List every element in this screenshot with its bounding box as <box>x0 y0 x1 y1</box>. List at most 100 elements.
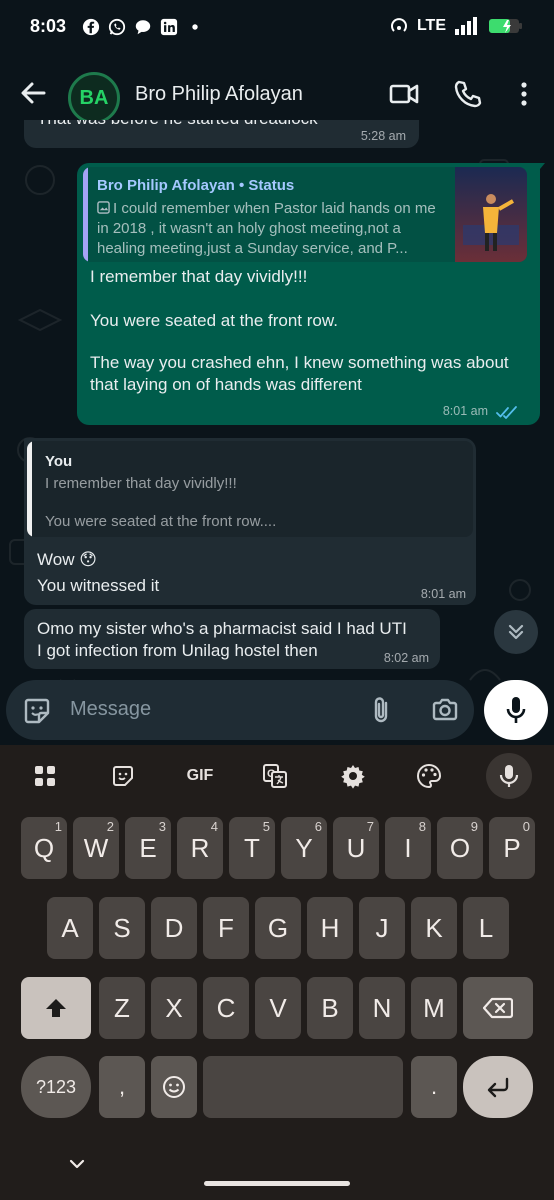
apps-grid-icon <box>35 766 55 786</box>
key-hint: 0 <box>522 819 530 834</box>
voice-input-button[interactable] <box>486 753 532 799</box>
image-icon <box>97 201 110 214</box>
sticker-button[interactable] <box>106 759 140 793</box>
space-key[interactable] <box>203 1056 403 1118</box>
double-chevron-down-icon <box>508 624 524 640</box>
key-a[interactable]: A <box>47 897 93 959</box>
key-m[interactable]: M <box>411 977 457 1039</box>
enter-key[interactable] <box>463 1056 533 1118</box>
key-hint: 3 <box>158 819 166 834</box>
notification-icons <box>82 18 204 36</box>
phone-call-icon[interactable] <box>452 78 484 110</box>
reply-quote-bar <box>27 441 32 537</box>
key-c[interactable]: C <box>203 977 249 1039</box>
sticker-icon[interactable] <box>22 696 52 726</box>
message-bubble-incoming[interactable]: You I remember that day vividly!!! You w… <box>24 438 476 605</box>
attach-icon[interactable] <box>366 695 396 725</box>
settings-button[interactable] <box>336 759 370 793</box>
key-w[interactable]: W2 <box>73 817 119 879</box>
key-d[interactable]: D <box>151 897 197 959</box>
battery-icon <box>489 19 522 33</box>
key-y[interactable]: Y6 <box>281 817 327 879</box>
avatar[interactable]: BA <box>68 72 120 124</box>
reply-author: Bro Philip Afolayan • Status <box>97 177 295 194</box>
emoji-icon <box>163 1076 185 1098</box>
message-line: The way you crashed ehn, I knew somethin… <box>90 353 509 394</box>
key-x[interactable]: X <box>151 977 197 1039</box>
key-v[interactable]: V <box>255 977 301 1039</box>
key-r[interactable]: R4 <box>177 817 223 879</box>
key-g[interactable]: G <box>255 897 301 959</box>
message-composer[interactable]: Message <box>6 680 474 740</box>
key-k[interactable]: K <box>411 897 457 959</box>
key-label: W <box>83 832 109 863</box>
reply-text: You were seated at the front row.... <box>45 513 277 530</box>
key-hint: 2 <box>106 819 114 834</box>
period-key[interactable]: . <box>411 1056 457 1118</box>
microphone-icon <box>499 765 519 787</box>
theme-button[interactable] <box>412 759 446 793</box>
message-bubble-incoming[interactable]: Omo my sister who's a pharmacist said I … <box>24 609 440 669</box>
message-input[interactable]: Message <box>70 698 151 721</box>
key-o[interactable]: O9 <box>437 817 483 879</box>
comma-key[interactable]: , <box>99 1056 145 1118</box>
reply-text: I remember that day vividly!!! <box>45 475 237 492</box>
chat-area[interactable]: That was before he started dreadlock 5:2… <box>0 120 554 745</box>
linkedin-icon <box>160 18 178 36</box>
key-l[interactable]: L <box>463 897 509 959</box>
message-text: That was before he started dreadlock <box>37 120 318 130</box>
palette-icon <box>417 763 442 789</box>
key-e[interactable]: E3 <box>125 817 171 879</box>
key-u[interactable]: U7 <box>333 817 379 879</box>
message-time: 8:01 am <box>420 587 466 601</box>
hide-keyboard-icon[interactable] <box>68 1158 86 1172</box>
bubble-tail <box>535 163 545 175</box>
key-i[interactable]: I8 <box>385 817 431 879</box>
reply-author: You <box>45 453 73 470</box>
shift-key[interactable] <box>21 977 91 1039</box>
message-bubble-outgoing[interactable]: Bro Philip Afolayan • Status I could rem… <box>77 163 540 425</box>
backspace-key[interactable] <box>463 977 533 1039</box>
message-line: Wow 😯 <box>37 550 97 569</box>
key-j[interactable]: J <box>359 897 405 959</box>
key-s[interactable]: S <box>99 897 145 959</box>
gif-button[interactable]: GIF <box>182 759 218 793</box>
apps-grid-button[interactable] <box>28 759 62 793</box>
key-label: P <box>503 832 521 863</box>
status-time: 8:03 <box>30 16 67 36</box>
message-line: You witnessed it <box>37 576 160 595</box>
key-t[interactable]: T5 <box>229 817 275 879</box>
contact-name[interactable]: Bro Philip Afolayan <box>135 83 303 106</box>
whatsapp-icon <box>108 18 126 36</box>
reply-text-wrapper: I could remember when Pastor laid hands … <box>97 199 449 259</box>
key-f[interactable]: F <box>203 897 249 959</box>
reply-quote[interactable]: Bro Philip Afolayan • Status I could rem… <box>83 167 527 262</box>
message-line: Omo my sister who's a pharmacist said I … <box>37 619 407 638</box>
message-bubble-incoming[interactable]: That was before he started dreadlock 5:2… <box>24 120 419 148</box>
emoji-key[interactable] <box>151 1056 197 1118</box>
symbols-key[interactable]: ?123 <box>21 1056 91 1118</box>
key-p[interactable]: P0 <box>489 817 535 879</box>
scroll-to-bottom-button[interactable] <box>494 610 538 654</box>
reply-text: I could remember when Pastor laid hands … <box>97 200 436 257</box>
key-z[interactable]: Z <box>99 977 145 1039</box>
key-b[interactable]: B <box>307 977 353 1039</box>
dot-icon <box>192 24 198 30</box>
more-options-icon[interactable] <box>508 78 540 110</box>
shift-arrow-icon <box>46 999 66 1017</box>
voice-message-button[interactable] <box>484 680 548 740</box>
translate-icon: G <box>263 764 287 788</box>
key-h[interactable]: H <box>307 897 353 959</box>
key-label: O <box>449 832 471 863</box>
key-q[interactable]: Q1 <box>21 817 67 879</box>
back-arrow-icon[interactable] <box>18 78 48 108</box>
key-n[interactable]: N <box>359 977 405 1039</box>
reply-quote[interactable]: You I remember that day vividly!!! You w… <box>27 441 473 537</box>
gear-icon <box>341 765 365 789</box>
camera-icon[interactable] <box>430 695 460 725</box>
status-thumbnail[interactable] <box>455 167 527 262</box>
sticker-icon <box>113 766 133 786</box>
video-call-icon[interactable] <box>388 78 420 110</box>
translate-button[interactable]: G <box>258 759 292 793</box>
gesture-nav-bar[interactable] <box>204 1181 350 1186</box>
